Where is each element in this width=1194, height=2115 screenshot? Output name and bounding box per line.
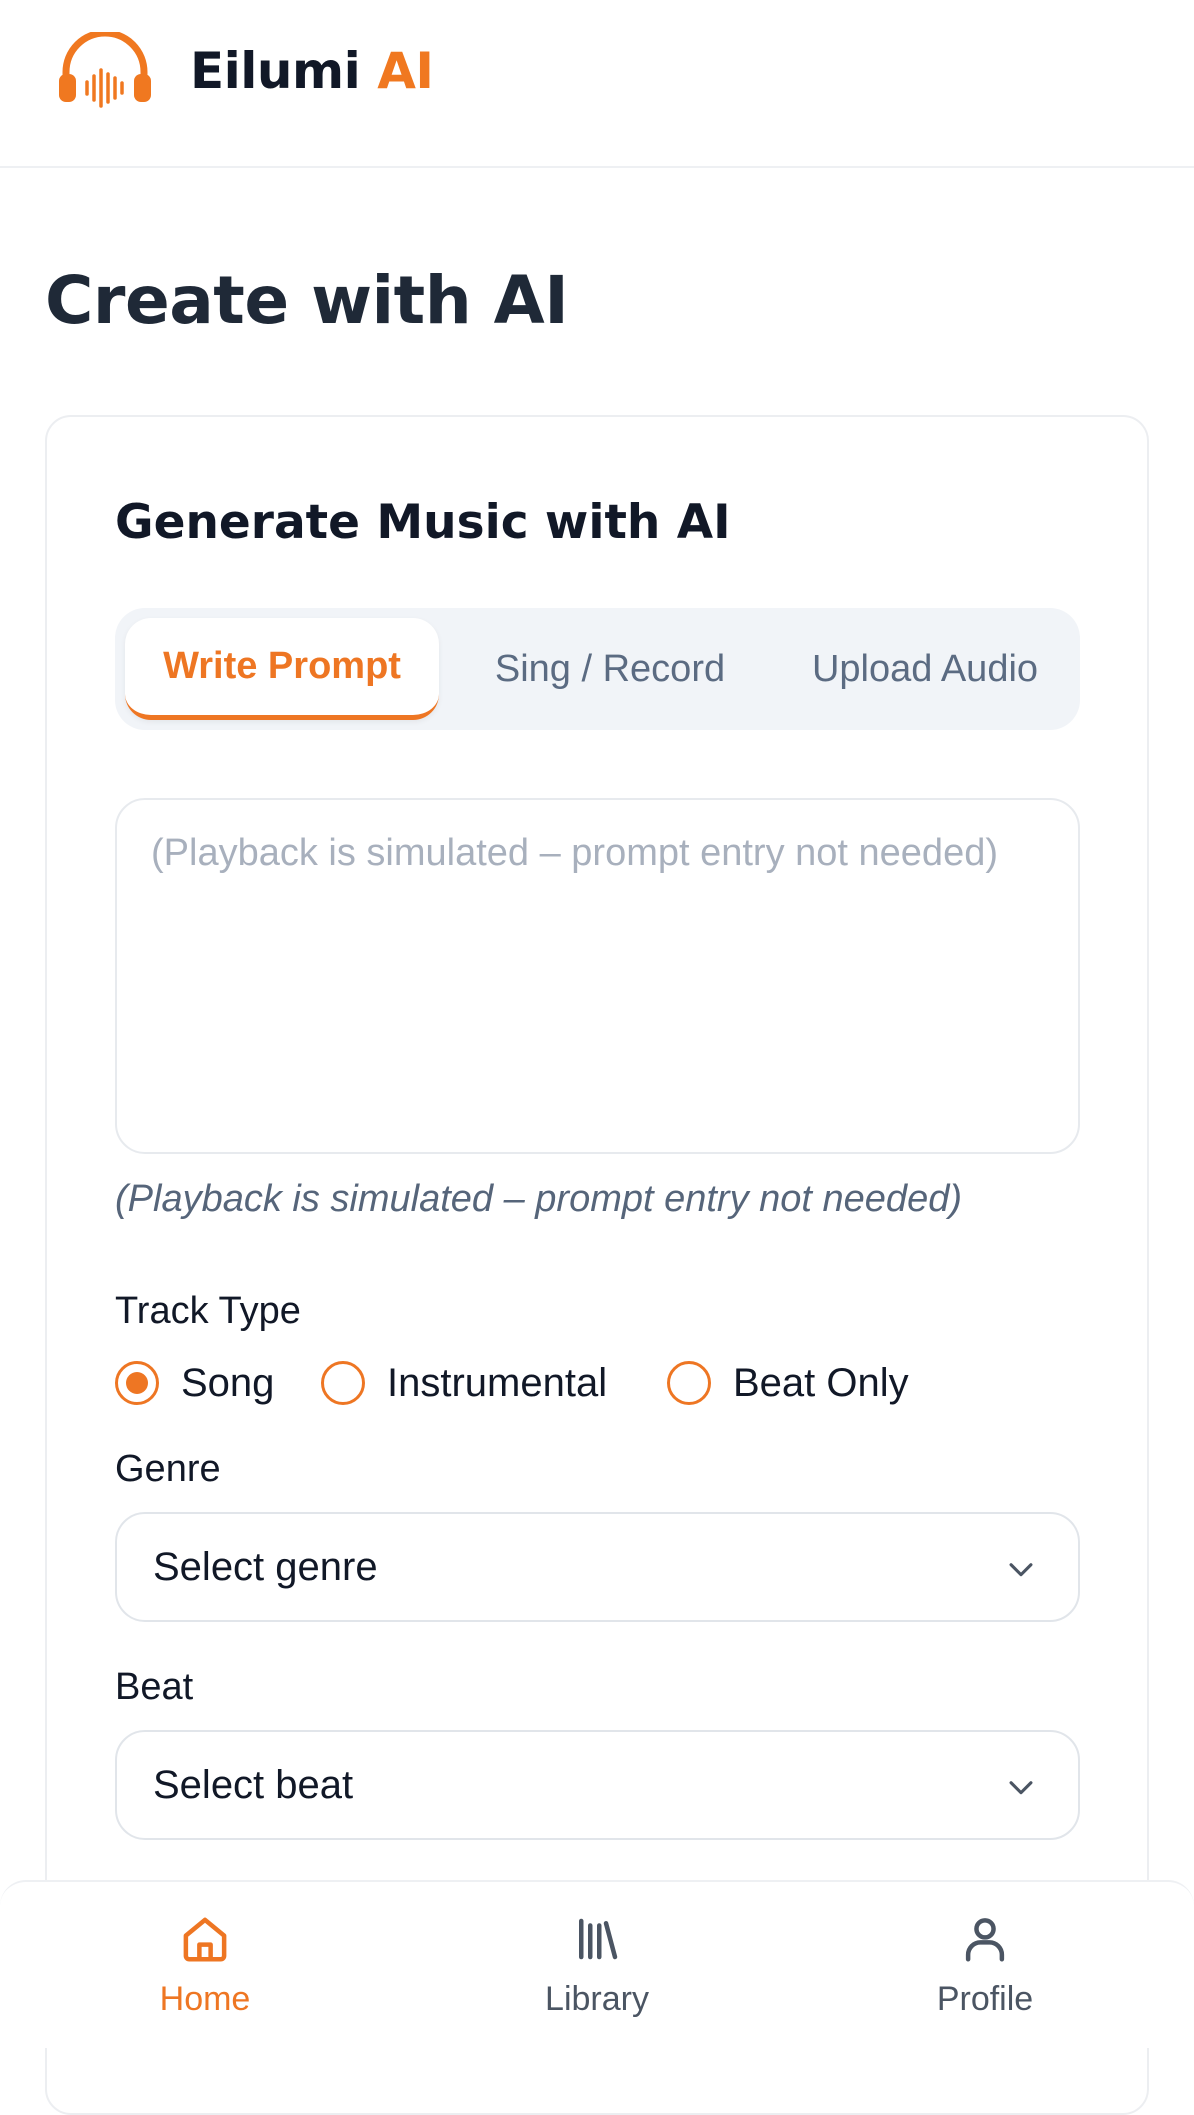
- home-icon: [183, 1917, 227, 1962]
- radio-label: Song: [181, 1360, 275, 1405]
- page-title: Create with AI: [45, 262, 569, 339]
- beat-label: Beat: [115, 1666, 194, 1708]
- nav-label: Home: [159, 1980, 251, 2018]
- mode-tabs: Write Prompt Sing / Record Upload Audio: [115, 608, 1080, 730]
- nav-library[interactable]: Library: [497, 1912, 697, 2032]
- radio-label: Instrumental: [387, 1360, 608, 1405]
- card-title: Generate Music with AI: [115, 495, 731, 550]
- prompt-hint: (Playback is simulated – prompt entry no…: [115, 1178, 962, 1220]
- bottom-nav: Home Library Profile: [0, 1880, 1194, 2048]
- nav-profile[interactable]: Profile: [885, 1912, 1085, 2032]
- nav-label: Profile: [936, 1980, 1034, 2018]
- radio-circle[interactable]: [667, 1361, 711, 1405]
- tab-upload-audio[interactable]: Upload Audio: [780, 618, 1070, 720]
- brand-primary: Eilumi: [190, 42, 361, 100]
- radio-label: Beat Only: [733, 1360, 909, 1405]
- chevron-down-icon: [1009, 1563, 1033, 1577]
- prompt-textarea[interactable]: [115, 798, 1080, 1154]
- radio-beat-only[interactable]: Beat Only: [667, 1358, 909, 1408]
- tab-sing-record[interactable]: Sing / Record: [450, 618, 770, 720]
- tab-write-prompt[interactable]: Write Prompt: [125, 618, 439, 720]
- brand-name: Eilumi AI: [190, 42, 434, 100]
- radio-instrumental[interactable]: Instrumental: [321, 1358, 607, 1408]
- chevron-down-icon: [1009, 1781, 1033, 1795]
- track-type-label: Track Type: [115, 1290, 301, 1332]
- library-icon: [579, 1918, 618, 1960]
- user-icon: [965, 1918, 1005, 1962]
- app-header: Eilumi AI: [0, 0, 1194, 168]
- brand-accent: AI: [377, 42, 434, 100]
- headphones-waveform-icon: [59, 32, 151, 108]
- radio-song[interactable]: Song: [115, 1358, 274, 1408]
- radio-circle[interactable]: [321, 1361, 365, 1405]
- radio-circle[interactable]: [115, 1361, 159, 1405]
- genre-select[interactable]: Select genre: [115, 1512, 1080, 1622]
- beat-select[interactable]: Select beat: [115, 1730, 1080, 1840]
- nav-label: Library: [545, 1980, 649, 2018]
- genre-select-value: Select genre: [153, 1544, 378, 1589]
- genre-label: Genre: [115, 1448, 221, 1490]
- nav-home[interactable]: Home: [105, 1912, 305, 2032]
- beat-select-value: Select beat: [153, 1762, 354, 1807]
